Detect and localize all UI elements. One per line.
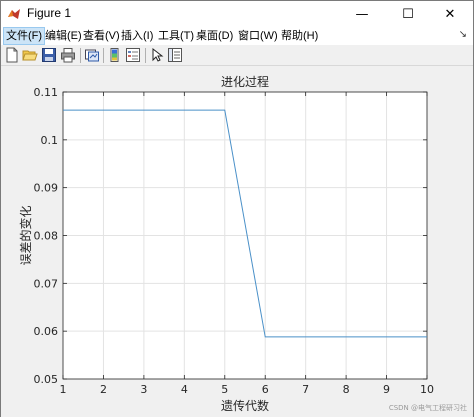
x-tick-label: 8	[343, 383, 350, 396]
y-tick-label: 0.05	[34, 373, 59, 386]
watermark-text: CSDN @电气工程研习社	[388, 404, 467, 412]
menu-bar: 文件(F) 编辑(E) 查看(V) 插入(I) 工具(T) 桌面(D) 窗口(W…	[1, 27, 473, 45]
menu-file[interactable]: 文件(F)	[3, 27, 46, 45]
menu-insert[interactable]: 插入(I)	[119, 28, 155, 44]
y-tick-label: 0.1	[41, 134, 59, 147]
y-tick-label: 0.06	[34, 325, 59, 338]
chart-title: 进化过程	[221, 74, 269, 89]
close-icon: ✕	[444, 6, 456, 22]
insert-legend-icon[interactable]	[125, 47, 141, 63]
x-tick-label: 6	[262, 383, 269, 396]
figure-window: Figure 1 — ☐ ✕ 文件(F) 编辑(E) 查看(V) 插入(I) 工…	[0, 0, 474, 417]
figure-canvas[interactable]: 1 2 3 4 5 6 7 8 9 10 0.05 0.06 0.07 0.08 0.09 0.1 0.11 进…	[1, 66, 473, 417]
x-tick-label: 5	[221, 383, 228, 396]
window-title: Figure 1	[27, 6, 72, 20]
property-inspector-icon[interactable]	[167, 47, 183, 63]
y-tick-label: 0.11	[34, 86, 59, 99]
maximize-icon: ☐	[402, 6, 414, 22]
insert-colorbar-icon[interactable]	[107, 47, 123, 63]
x-tick-label: 9	[383, 383, 390, 396]
title-bar[interactable]: Figure 1 — ☐ ✕	[1, 1, 473, 27]
grid-lines	[62, 91, 428, 380]
toolbar-separator	[145, 48, 146, 63]
print-icon[interactable]	[60, 47, 76, 63]
y-tick-label: 0.08	[34, 230, 59, 243]
x-tick-label: 4	[181, 383, 188, 396]
new-figure-icon[interactable]	[4, 47, 20, 63]
y-tick-label: 0.07	[34, 277, 59, 290]
x-tick-label: 2	[100, 383, 107, 396]
link-plot-icon[interactable]	[84, 47, 100, 63]
menu-view[interactable]: 查看(V)	[81, 28, 122, 44]
y-tick-label: 0.09	[34, 182, 59, 195]
menu-help[interactable]: 帮助(H)	[279, 28, 320, 44]
x-tick-label: 10	[420, 383, 434, 396]
x-tick-label: 3	[140, 383, 147, 396]
save-icon[interactable]	[41, 47, 57, 63]
maximize-button[interactable]: ☐	[385, 1, 431, 27]
x-axis-label: 遗传代数	[221, 398, 269, 413]
menu-window[interactable]: 窗口(W)	[236, 28, 280, 44]
line-chart[interactable]: 1 2 3 4 5 6 7 8 9 10 0.05 0.06 0.07 0.08 0.09 0.1 0.11 进…	[1, 66, 473, 417]
y-axis-label: 误差的变化	[18, 205, 33, 265]
menu-desktop[interactable]: 桌面(D)	[194, 28, 235, 44]
x-tick-label: 7	[302, 383, 309, 396]
menu-edit[interactable]: 编辑(E)	[43, 28, 84, 44]
toolbar-separator	[80, 48, 81, 63]
open-file-icon[interactable]	[22, 47, 38, 63]
minimize-icon: —	[355, 6, 369, 22]
close-button[interactable]: ✕	[427, 1, 473, 27]
dock-arrow-icon[interactable]: ↘	[459, 29, 467, 40]
menu-tools[interactable]: 工具(T)	[156, 28, 196, 44]
figure-toolbar	[1, 45, 473, 66]
pointer-edit-icon[interactable]	[149, 47, 165, 63]
minimize-button[interactable]: —	[339, 1, 385, 27]
toolbar-separator	[103, 48, 104, 63]
matlab-app-icon	[8, 9, 20, 19]
x-tick-label: 1	[60, 383, 67, 396]
